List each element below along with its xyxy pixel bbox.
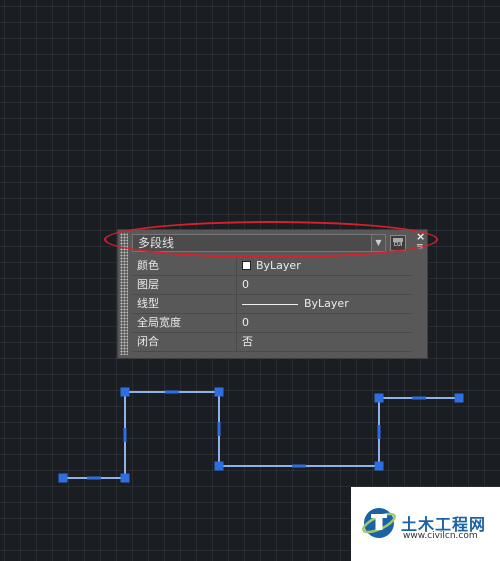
civilcn-logo-icon	[362, 508, 396, 538]
vertex-grip[interactable]	[374, 461, 384, 471]
selected-polyline[interactable]	[63, 391, 459, 479]
vertex-grip[interactable]	[214, 461, 224, 471]
linetype-sample-icon	[242, 303, 298, 305]
property-row-linetype[interactable]: 线型 ByLayer	[132, 294, 412, 314]
color-swatch-icon	[242, 260, 251, 270]
watermark-url: www.civilcn.com	[403, 531, 478, 541]
property-value[interactable]: 0	[236, 275, 412, 295]
property-value-cell[interactable]: ByLayer	[236, 257, 412, 276]
midpoint-grip[interactable]	[165, 390, 179, 394]
close-icon[interactable]: ×	[416, 231, 425, 242]
property-value: ByLayer	[304, 297, 349, 310]
vertex-grip[interactable]	[120, 473, 130, 483]
property-key: 图层	[132, 275, 237, 295]
object-type-value: 多段线	[138, 236, 175, 250]
property-value-cell[interactable]: ByLayer	[236, 294, 412, 314]
property-key: 全局宽度	[132, 313, 237, 333]
midpoint-grip[interactable]	[412, 396, 426, 400]
customize-cui-button[interactable]: CUI	[390, 235, 406, 251]
property-value[interactable]: 0	[236, 313, 412, 333]
property-value[interactable]: 否	[236, 332, 412, 352]
vertex-grip[interactable]	[120, 387, 130, 397]
property-row-color[interactable]: 颜色 ByLayer	[132, 257, 412, 276]
midpoint-grip[interactable]	[377, 425, 381, 439]
vertex-grip[interactable]	[454, 393, 464, 403]
midpoint-grip[interactable]	[292, 464, 306, 468]
property-key: 线型	[132, 294, 237, 314]
chevron-down-icon[interactable]: ▼	[371, 235, 385, 251]
property-key: 颜色	[132, 257, 237, 276]
vertex-grips	[58, 387, 464, 483]
quick-properties-panel: 多段线 ▼ CUI × ≡ 颜色 ByLayer 图层 0 线型 ByLayer	[117, 229, 428, 359]
property-row-closed[interactable]: 闭合 否	[132, 332, 412, 352]
object-type-select[interactable]: 多段线 ▼	[132, 234, 386, 252]
vertex-grip[interactable]	[214, 387, 224, 397]
menu-icon[interactable]: ≡	[416, 243, 424, 252]
vertex-grip[interactable]	[58, 473, 68, 483]
property-row-layer[interactable]: 图层 0	[132, 275, 412, 295]
property-key: 闭合	[132, 332, 237, 352]
midpoint-grip[interactable]	[123, 428, 127, 442]
properties-table: 颜色 ByLayer 图层 0 线型 ByLayer 全局宽度 0 闭合 否	[132, 257, 412, 352]
vertex-grip[interactable]	[374, 393, 384, 403]
cui-label: CUI	[393, 242, 403, 248]
property-row-global-width[interactable]: 全局宽度 0	[132, 313, 412, 333]
property-value: ByLayer	[256, 259, 301, 272]
midpoint-grip[interactable]	[87, 476, 101, 480]
midpoint-grip[interactable]	[217, 422, 221, 436]
panel-drag-grip[interactable]	[120, 233, 128, 355]
watermark: 土木工程网 www.civilcn.com	[351, 487, 500, 561]
